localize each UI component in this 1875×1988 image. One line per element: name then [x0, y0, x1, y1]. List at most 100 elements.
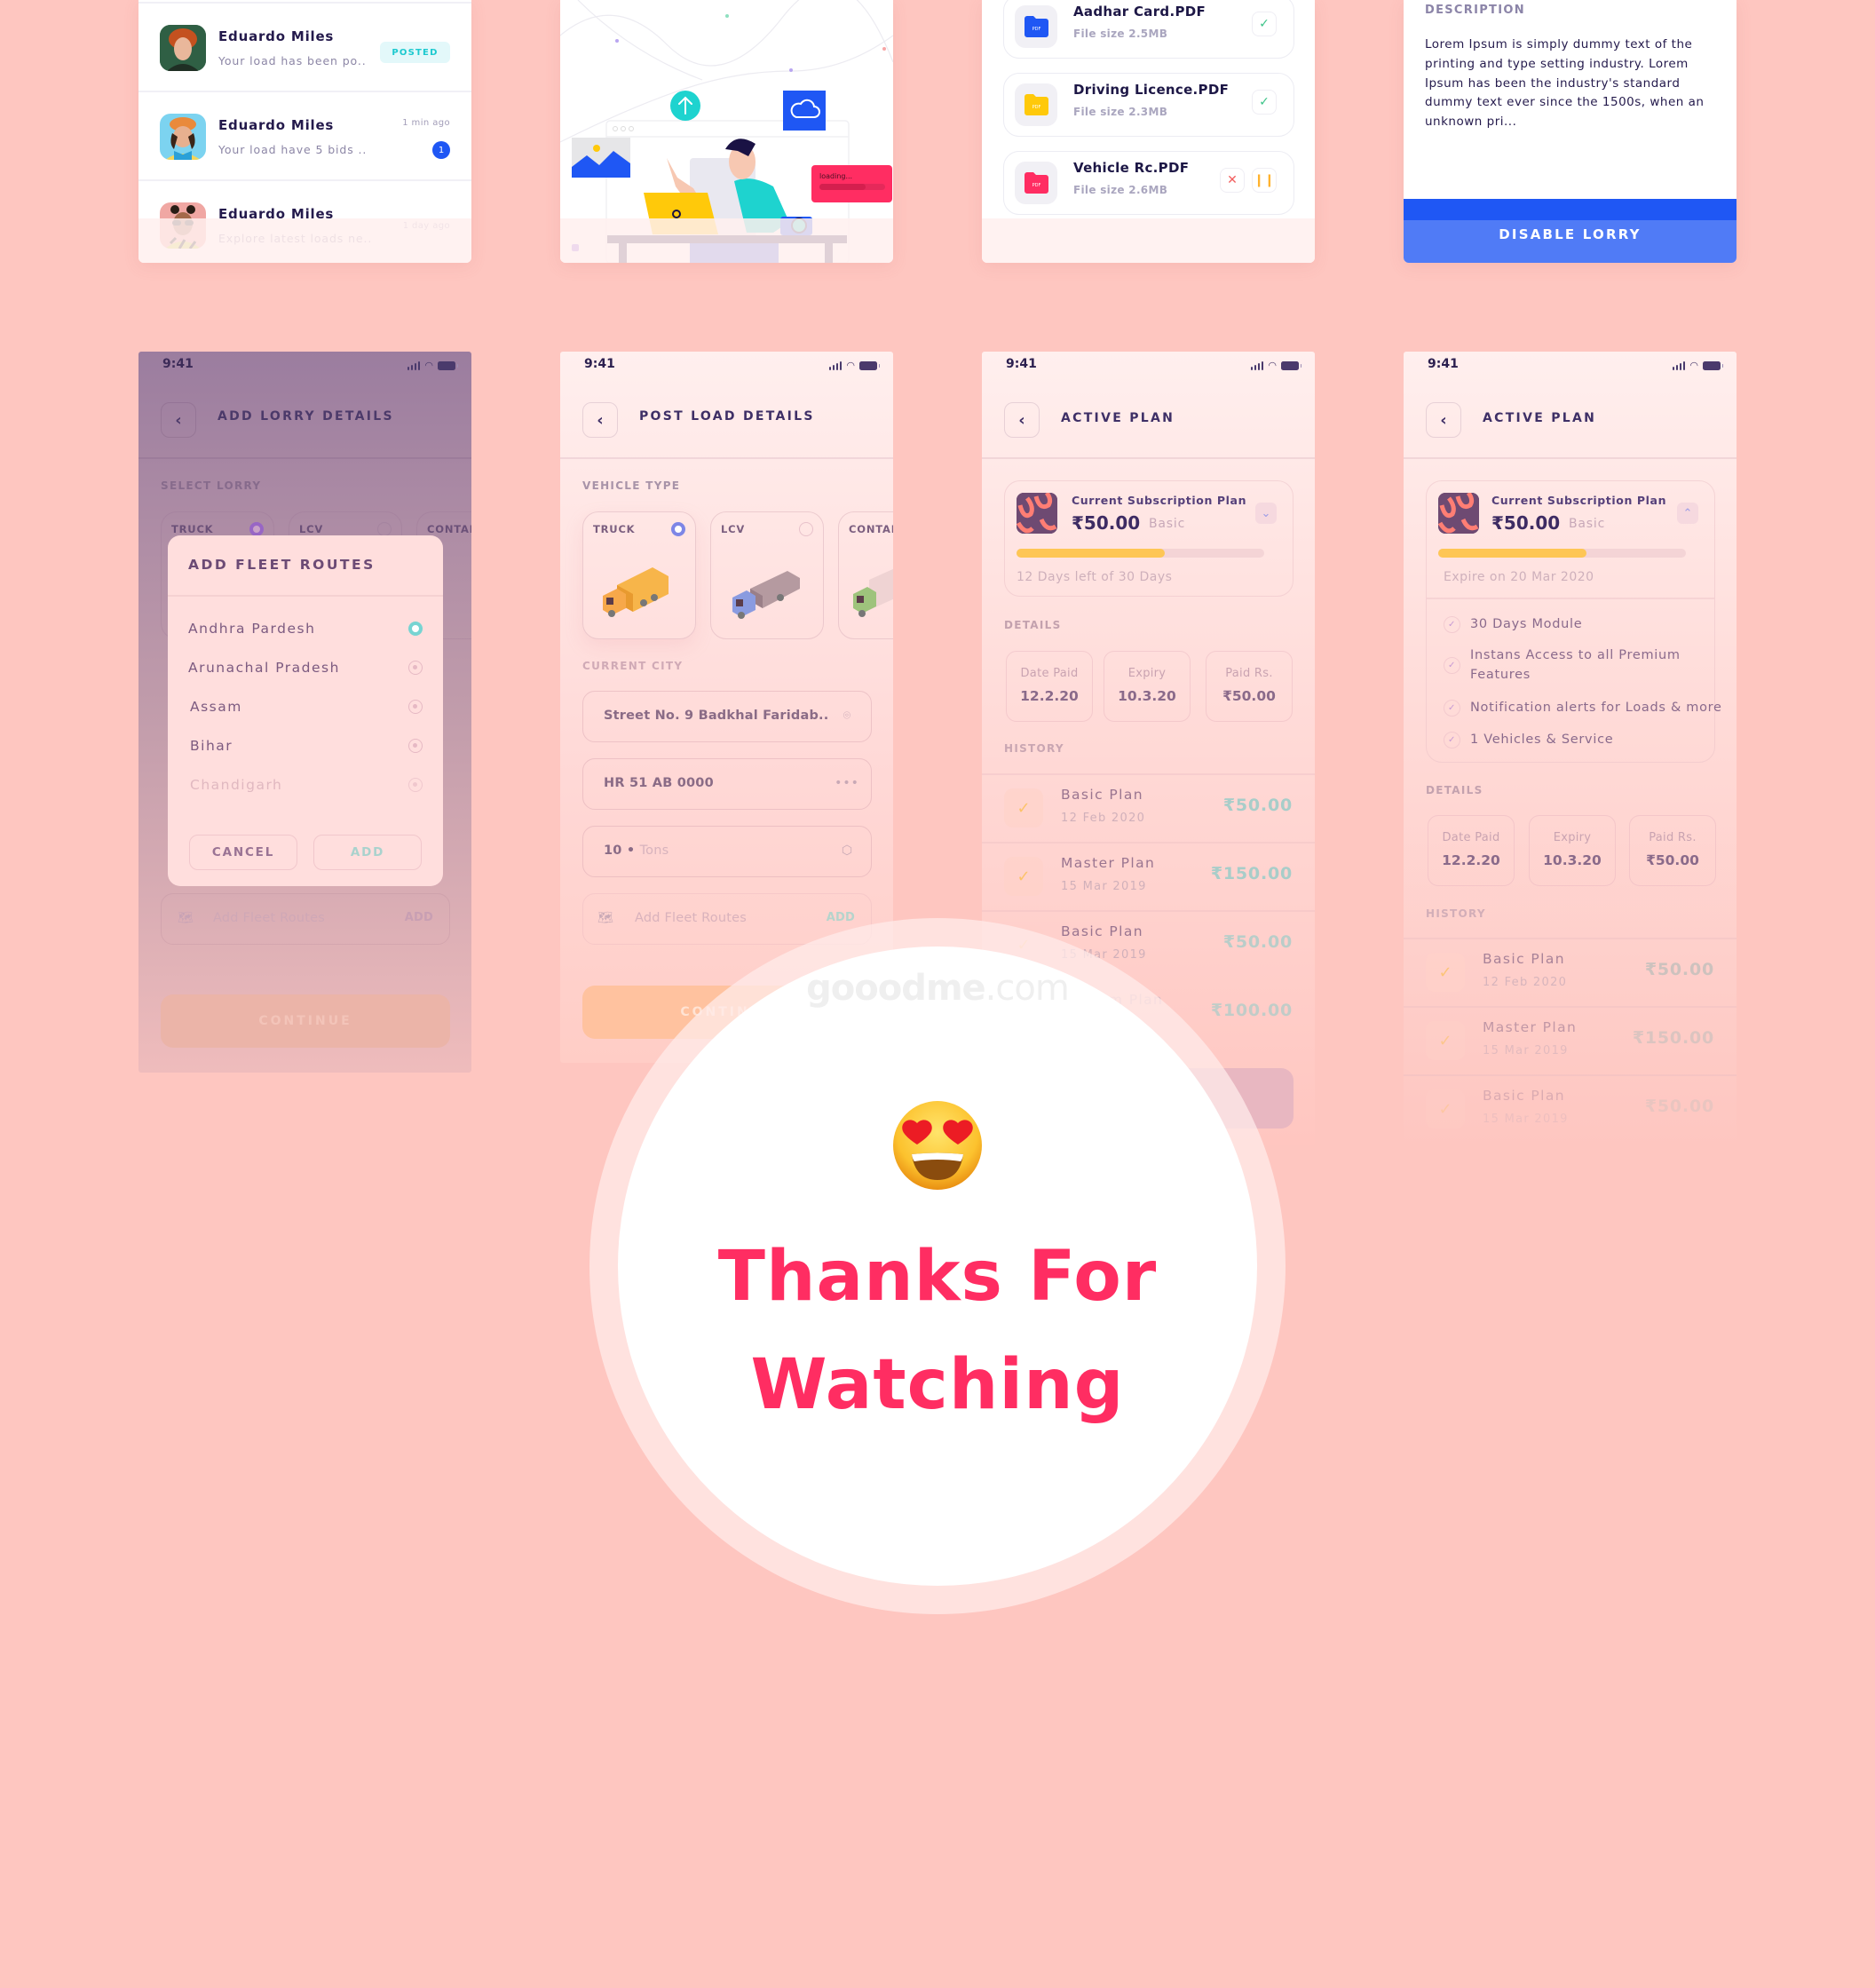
radio-unselected[interactable]: [799, 522, 813, 536]
disable-lorry-button[interactable]: DISABLE LORRY: [1404, 199, 1737, 263]
route-option[interactable]: Bihar: [188, 727, 423, 766]
plan-tier: Basic: [1149, 517, 1186, 531]
active-plan-expanded-screen: 9:41 ◠ ‹ ACTIVE PLAN Current Subscriptio…: [1404, 352, 1737, 1151]
vehicle-tile-lcv[interactable]: LCV: [710, 511, 824, 639]
check-icon[interactable]: ✓: [1252, 12, 1277, 36]
pdf-folder-icon: PDF: [1015, 162, 1057, 204]
radio-selected[interactable]: [671, 522, 685, 536]
section-label: DETAILS: [1426, 784, 1483, 796]
plan-label: Current Subscription Plan: [1072, 494, 1247, 507]
route-option[interactable]: Chandigarh: [188, 766, 423, 805]
route-option[interactable]: Assam: [188, 688, 423, 727]
back-button[interactable]: ‹: [161, 402, 196, 438]
history-item[interactable]: ✓ Master Plan 15 Mar 2019 ₹150.00: [1004, 843, 1293, 911]
check-icon: ✓: [1004, 788, 1043, 828]
signal-icon: [1672, 360, 1686, 370]
document-name: Driving Licence.PDF: [1073, 82, 1230, 98]
chevron-down-icon[interactable]: ⌄: [1255, 503, 1277, 524]
more-icon: •••: [835, 776, 859, 790]
list-divider: [138, 0, 471, 4]
plan-price: ₹50.00: [1072, 512, 1141, 534]
subscription-plan-card[interactable]: Current Subscription Plan ₹50.00 Basic ⌄…: [1004, 480, 1294, 597]
radio-selected[interactable]: [249, 522, 264, 536]
notification-item[interactable]: Eduardo Miles Your load have 5 bids .. 1…: [138, 93, 471, 181]
header-divider: [982, 457, 1315, 459]
back-button[interactable]: ‹: [1004, 402, 1040, 438]
document-item[interactable]: PDF Vehicle Rc.PDF File size 2.6MB ✕ ❙❙: [1003, 151, 1294, 215]
modal-divider: [168, 595, 443, 597]
plan-progress-bar: [1017, 549, 1264, 558]
radio-unselected[interactable]: [377, 522, 392, 536]
plan-tier: Basic: [1569, 517, 1606, 531]
thanks-heading: Thanks For Watching: [717, 1237, 1158, 1425]
history-item[interactable]: Medium Plan: [1426, 1144, 1714, 1151]
back-button[interactable]: ‹: [1426, 402, 1461, 438]
chevron-up-icon[interactable]: ⌃: [1677, 503, 1698, 524]
plan-logo: [1017, 493, 1057, 534]
current-city-input[interactable]: Street No. 9 Badkhal Faridab.. ⌾: [582, 691, 872, 742]
add-lorry-screen: 9:41 ◠ ‹ ADD LORRY DETAILS SELECT LORRY …: [138, 352, 471, 1073]
radio-unselected: [408, 739, 423, 753]
cancel-upload-icon[interactable]: ✕: [1220, 168, 1245, 193]
pause-upload-icon[interactable]: ❙❙: [1252, 168, 1277, 193]
status-icons: ◠: [828, 360, 880, 371]
weight-input[interactable]: 10 • Tons ⬡: [582, 826, 872, 877]
lcv-icon: [732, 571, 800, 619]
laptop-icon: [644, 193, 718, 234]
add-button[interactable]: ADD: [313, 835, 422, 870]
fleet-routes-field[interactable]: 🗺 Add Fleet Routes ADD: [161, 893, 450, 945]
screen-title: ADD LORRY DETAILS: [218, 409, 394, 424]
pdf-folder-icon: PDF: [1015, 5, 1057, 48]
history-item[interactable]: ✓ Master Plan 15 Mar 2019 ₹150.00: [1426, 1007, 1714, 1075]
status-icons: ◠: [1672, 360, 1723, 371]
document-item[interactable]: PDF Aadhar Card.PDF File size 2.5MB ✓: [1003, 0, 1294, 59]
section-label: HISTORY: [1426, 907, 1486, 920]
check-icon: ✓: [1426, 1021, 1465, 1060]
plan-progress-fill: [1017, 549, 1166, 558]
vehicle-number-input[interactable]: HR 51 AB 0000 •••: [582, 758, 872, 810]
check-icon[interactable]: ✓: [1252, 90, 1277, 115]
vehicle-tile-container[interactable]: CONTAI: [838, 511, 893, 639]
status-time: 9:41: [584, 357, 615, 371]
subscription-plan-card[interactable]: Current Subscription Plan ₹50.00 Basic ⌃…: [1426, 480, 1721, 763]
section-label: VEHICLE TYPE: [582, 479, 681, 492]
check-icon: ✓: [1444, 657, 1460, 674]
posted-badge: POSTED: [380, 42, 450, 63]
back-button[interactable]: ‹: [582, 402, 618, 438]
pdf-folder-icon: PDF: [1015, 83, 1057, 126]
battery-icon: [1703, 360, 1723, 370]
document-name: Vehicle Rc.PDF: [1073, 160, 1190, 176]
plan-expiry: Expire on 20 Mar 2020: [1444, 570, 1594, 584]
notification-item[interactable]: Eduardo Miles Your load has been po.. PO…: [138, 4, 471, 92]
wifi-icon: ◠: [846, 360, 855, 371]
notification-item[interactable]: Eduardo Miles Explore latest loads ne.. …: [138, 182, 471, 263]
signal-icon: [828, 360, 843, 370]
route-option[interactable]: Arunachal Pradesh: [188, 649, 423, 688]
detail-date-paid: Date Paid 12.2.20: [1006, 651, 1093, 722]
header-divider: [560, 457, 893, 459]
document-item[interactable]: PDF Driving Licence.PDF File size 2.3MB …: [1003, 73, 1294, 137]
description-heading: DESCRIPTION: [1425, 4, 1525, 17]
plan-progress-fill: [1438, 549, 1587, 558]
upload-illustration-card: loading...: [560, 0, 893, 263]
wifi-icon: ◠: [1689, 360, 1698, 371]
cancel-button[interactable]: CANCEL: [189, 835, 297, 870]
check-icon: ✓: [1426, 1089, 1465, 1129]
status-icons: ◠: [407, 360, 458, 371]
notification-name: Eduardo Miles: [218, 206, 335, 222]
screen-title: ACTIVE PLAN: [1483, 411, 1597, 425]
svg-text:PDF: PDF: [1032, 183, 1041, 188]
vehicle-tile-truck[interactable]: TRUCK: [582, 511, 696, 639]
map-icon: 🗺: [178, 911, 194, 925]
add-fleet-route-link: ADD: [404, 911, 433, 924]
history-item[interactable]: ✓ Basic Plan 12 Feb 2020 ₹50.00: [1004, 774, 1293, 843]
section-label: CURRENT CITY: [582, 660, 684, 672]
svg-text:PDF: PDF: [1032, 105, 1041, 110]
container-truck-icon: [853, 568, 893, 617]
route-option[interactable]: Andhra Pardesh: [188, 610, 423, 649]
history-item[interactable]: ✓ Basic Plan 15 Mar 2019 ₹50.00: [1426, 1075, 1714, 1144]
notification-time: 1 min ago: [402, 118, 450, 128]
status-icons: ◠: [1250, 360, 1301, 371]
header-divider: [1404, 457, 1737, 459]
unread-count-badge: 1: [432, 141, 450, 159]
